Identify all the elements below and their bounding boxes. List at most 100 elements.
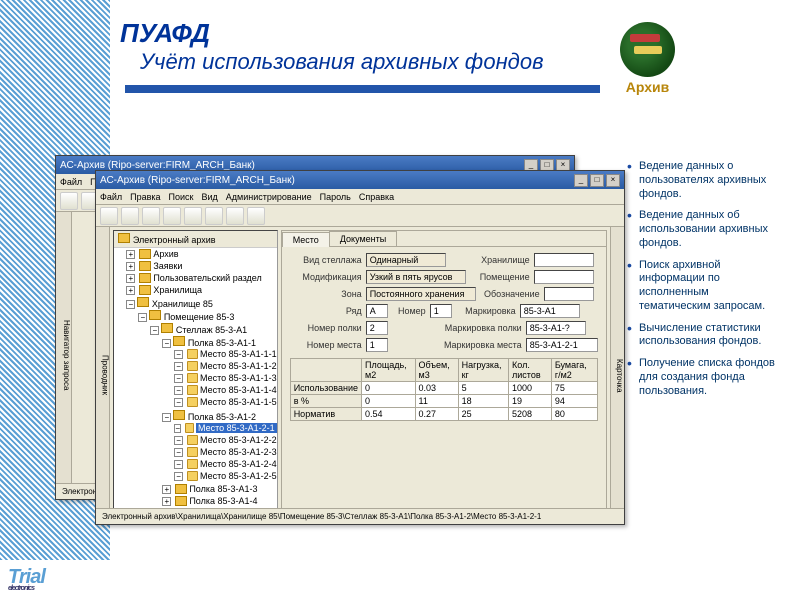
tree-expander[interactable]: − xyxy=(162,413,171,422)
tree-expander[interactable]: − xyxy=(174,472,182,481)
toolbar-button[interactable] xyxy=(60,192,78,210)
menu-edit[interactable]: Правка xyxy=(130,192,160,202)
side-tab-card[interactable]: Карточка xyxy=(610,227,624,524)
toolbar-button[interactable] xyxy=(247,207,265,225)
tree-expander[interactable]: − xyxy=(174,374,182,383)
tree-label[interactable]: Полка 85-3-А1-3 xyxy=(189,484,257,494)
inp-row[interactable]: А xyxy=(366,304,388,318)
tree-label[interactable]: Место 85-3-А1-2-5 xyxy=(200,471,277,481)
inp-storage[interactable] xyxy=(534,253,594,267)
menu-file[interactable]: Файл xyxy=(60,177,82,187)
tree-expander[interactable]: − xyxy=(174,362,182,371)
minimize-button[interactable]: _ xyxy=(574,174,588,187)
close-button[interactable]: × xyxy=(606,174,620,187)
toolbar-button[interactable] xyxy=(163,207,181,225)
toolbar-button[interactable] xyxy=(226,207,244,225)
grid-cell[interactable]: 0.27 xyxy=(415,408,458,421)
maximize-button[interactable]: □ xyxy=(590,174,604,187)
menu-admin[interactable]: Администрирование xyxy=(226,192,312,202)
tree-label[interactable]: Место 85-3-А1-1-2 xyxy=(200,361,277,371)
toolbar-button[interactable] xyxy=(100,207,118,225)
grid-cell[interactable]: 0.03 xyxy=(415,382,458,395)
grid-cell[interactable]: 0 xyxy=(362,395,416,408)
menu-password[interactable]: Пароль xyxy=(320,192,351,202)
inp-shelf-num[interactable]: 2 xyxy=(366,321,388,335)
tree-expander[interactable]: − xyxy=(174,398,182,407)
tree-label[interactable]: Хранилища xyxy=(153,285,202,295)
tree-expander[interactable]: + xyxy=(162,497,171,506)
inp-marking[interactable]: 85-3-А1 xyxy=(520,304,580,318)
tree-label[interactable]: Место 85-3-А1-2-2 xyxy=(200,435,277,445)
grid-cell[interactable]: 1000 xyxy=(509,382,552,395)
grid-cell[interactable]: 11 xyxy=(415,395,458,408)
tree-expander[interactable]: + xyxy=(126,274,135,283)
tab-documents[interactable]: Документы xyxy=(329,231,397,246)
toolbar-button[interactable] xyxy=(142,207,160,225)
inp-room[interactable] xyxy=(534,270,594,284)
inp-modification[interactable]: Узкий в пять ярусов xyxy=(366,270,466,284)
item-icon xyxy=(185,423,194,433)
tree-label[interactable]: Заявки xyxy=(153,261,182,271)
tree-panel[interactable]: Электронный архив + Архив+ Заявки+ Польз… xyxy=(113,230,277,521)
tree-expander[interactable]: + xyxy=(126,250,135,259)
menu-search[interactable]: Поиск xyxy=(169,192,194,202)
grid-cell[interactable]: 0 xyxy=(362,382,416,395)
tree-label[interactable]: Стеллаж 85-3-А1 xyxy=(176,325,247,335)
tree-expander[interactable]: − xyxy=(174,460,182,469)
tree-expander[interactable]: − xyxy=(162,339,171,348)
inp-place-num[interactable]: 1 xyxy=(366,338,388,352)
tree-label[interactable]: Место 85-3-А1-2-1 xyxy=(196,423,277,433)
tree-expander[interactable]: − xyxy=(138,313,147,322)
toolbar-button[interactable] xyxy=(205,207,223,225)
tree-expander[interactable]: + xyxy=(126,262,135,271)
tree-expander[interactable]: − xyxy=(174,424,181,433)
menu-help[interactable]: Справка xyxy=(359,192,394,202)
grid-cell[interactable]: 18 xyxy=(458,395,508,408)
tree-expander[interactable]: − xyxy=(126,300,135,309)
tree-label[interactable]: Пользовательский раздел xyxy=(153,273,261,283)
tree-expander[interactable]: − xyxy=(174,386,182,395)
tree-expander[interactable]: + xyxy=(162,485,171,494)
tree-expander[interactable]: + xyxy=(126,286,135,295)
inp-shelf-marking[interactable]: 85-3-А1-? xyxy=(526,321,586,335)
inp-place-marking[interactable]: 85-3-А1-2-1 xyxy=(526,338,598,352)
toolbar-button[interactable] xyxy=(184,207,202,225)
menu-file[interactable]: Файл xyxy=(100,192,122,202)
side-tab-navigator[interactable]: Навигатор запроса xyxy=(56,212,72,499)
lbl-marking: Маркировка xyxy=(456,306,516,316)
lbl-place-num: Номер места xyxy=(290,340,362,350)
tree-label[interactable]: Полка 85-3-А1-1 xyxy=(188,338,256,348)
titlebar[interactable]: АС-Архив (Ripo-server:FIRM_ARCH_Банк) _ … xyxy=(96,171,624,189)
tree-label[interactable]: Помещение 85-3 xyxy=(164,312,235,322)
tree-label[interactable]: Хранилище 85 xyxy=(152,299,213,309)
inp-designation[interactable] xyxy=(544,287,594,301)
tree-label[interactable]: Место 85-3-А1-1-4 xyxy=(200,385,277,395)
grid-cell[interactable]: 25 xyxy=(458,408,508,421)
menu-view[interactable]: Вид xyxy=(202,192,218,202)
grid-cell[interactable]: 80 xyxy=(551,408,597,421)
grid-cell[interactable]: 75 xyxy=(551,382,597,395)
inp-rack-type[interactable]: Одинарный xyxy=(366,253,446,267)
grid-cell[interactable]: 0.54 xyxy=(362,408,416,421)
tree-label[interactable]: Архив xyxy=(153,249,178,259)
tree-label[interactable]: Место 85-3-А1-1-1 xyxy=(200,349,277,359)
tree-label[interactable]: Полка 85-3-А1-4 xyxy=(189,496,257,506)
side-tab-explorer[interactable]: Проводник xyxy=(96,227,110,524)
toolbar-button[interactable] xyxy=(121,207,139,225)
tree-label[interactable]: Полка 85-3-А1-2 xyxy=(188,412,256,422)
grid-cell[interactable]: 5 xyxy=(458,382,508,395)
tree-label[interactable]: Место 85-3-А1-2-3 xyxy=(200,447,277,457)
grid-cell[interactable]: 5208 xyxy=(509,408,552,421)
tree-label[interactable]: Место 85-3-А1-2-4 xyxy=(200,459,277,469)
grid-cell[interactable]: 19 xyxy=(509,395,552,408)
tree-label[interactable]: Место 85-3-А1-1-3 xyxy=(200,373,277,383)
grid-cell[interactable]: 94 xyxy=(551,395,597,408)
inp-number[interactable]: 1 xyxy=(430,304,452,318)
tab-place[interactable]: Место xyxy=(282,232,330,247)
tree-expander[interactable]: − xyxy=(174,350,182,359)
tree-expander[interactable]: − xyxy=(174,448,182,457)
inp-zone[interactable]: Постоянного хранения xyxy=(366,287,476,301)
tree-expander[interactable]: − xyxy=(174,436,182,445)
tree-expander[interactable]: − xyxy=(150,326,159,335)
tree-label[interactable]: Место 85-3-А1-1-5 xyxy=(200,397,277,407)
